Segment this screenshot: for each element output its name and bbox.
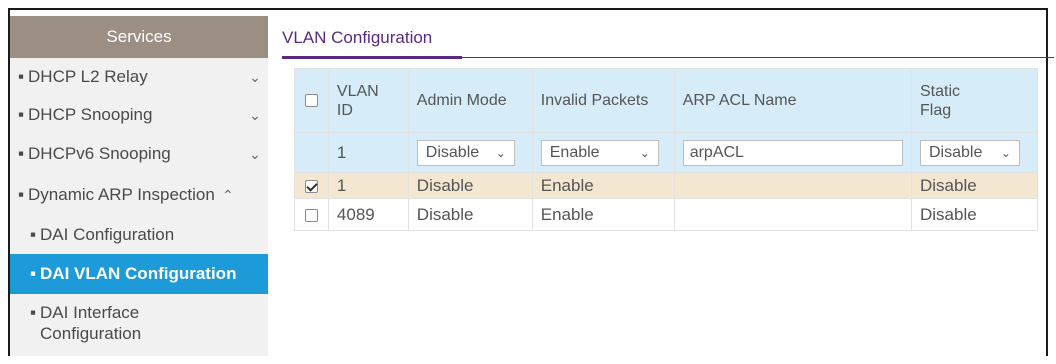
chevron-down-icon: ⌄	[249, 68, 261, 85]
select-arrow-icon: ⌄	[1000, 145, 1011, 160]
sidebar-item-label: Configuration	[40, 324, 142, 343]
sidebar-item-label: DHCP L2 Relay	[28, 67, 148, 86]
chevron-down-icon: ⌄	[249, 106, 261, 123]
sidebar-item-label: DHCP Snooping	[28, 105, 153, 124]
cell-admin-mode: Disable	[407, 198, 533, 231]
table-edit-row: 1 Disable ⌄ Enable ⌄ arpACL Disable ⌄	[294, 132, 1039, 173]
vlan-config-table: VLAN ID Admin Mode Invalid Packets ARP A…	[294, 68, 1039, 231]
select-arrow-icon: ⌄	[495, 145, 506, 160]
chevron-down-icon: ⌄	[249, 145, 261, 162]
chevron-up-icon: ⌃	[221, 186, 234, 203]
header-static-flag: Static Flag	[910, 68, 1039, 133]
header-select-all	[294, 68, 329, 133]
cell-static-flag: Disable	[910, 172, 1039, 199]
invalid-packets-select[interactable]: Enable ⌄	[540, 139, 659, 166]
cell-admin-mode: Disable	[407, 172, 533, 199]
sidebar: Services ▪ DHCP L2 Relay ⌄ ▪ DHCP Snoopi…	[10, 16, 268, 356]
title-tab-indicator	[282, 56, 462, 59]
cell-vlan-id: 1	[327, 172, 409, 199]
header-admin-mode: Admin Mode	[407, 68, 533, 133]
sidebar-item-dai-configuration[interactable]: ▪ DAI Configuration	[10, 216, 268, 254]
select-all-checkbox[interactable]	[304, 94, 318, 108]
sidebar-item-label: DAI Configuration	[40, 225, 175, 244]
row-checkbox[interactable]	[304, 208, 318, 222]
sidebar-item-label: Dynamic ARP Inspection	[28, 185, 215, 204]
header-vlan-id: VLAN ID	[327, 68, 409, 133]
cell-invalid-packets: Enable	[531, 172, 675, 199]
sidebar-item-label: DAI Interface	[40, 303, 140, 322]
sidebar-item-dhcpv6-snooping[interactable]: ▪ DHCPv6 Snooping ⌄	[10, 134, 268, 174]
cell-arp-acl-name	[673, 172, 912, 199]
arp-acl-name-input[interactable]: arpACL	[682, 139, 903, 166]
select-arrow-icon: ⌄	[639, 145, 650, 160]
sidebar-item-dhcp-l2-relay[interactable]: ▪ DHCP L2 Relay ⌄	[10, 58, 268, 96]
table-row[interactable]: 1 Disable Enable Disable	[294, 172, 1039, 199]
page-title-tab: VLAN Configuration	[282, 12, 1054, 62]
admin-mode-select[interactable]: Disable ⌄	[416, 139, 515, 166]
sidebar-item-dai-vlan-configuration[interactable]: ▪ DAI VLAN Configuration	[10, 254, 268, 294]
static-flag-select[interactable]: Disable ⌄	[919, 139, 1020, 166]
sidebar-item-label: DHCPv6 Snooping	[28, 144, 171, 163]
sidebar-item-label: DAI VLAN Configuration	[40, 264, 237, 283]
sidebar-item-dai-interface-configuration[interactable]: ▪ DAI Interface Configuration	[10, 294, 268, 354]
cell-vlan-id: 4089	[327, 198, 409, 231]
cell-arp-acl-name	[673, 198, 912, 231]
page-title: VLAN Configuration	[282, 28, 433, 47]
table-header-row: VLAN ID Admin Mode Invalid Packets ARP A…	[294, 68, 1039, 133]
row-checkbox[interactable]	[304, 179, 318, 193]
header-invalid-packets: Invalid Packets	[531, 68, 675, 133]
sidebar-item-dhcp-snooping[interactable]: ▪ DHCP Snooping ⌄	[10, 96, 268, 134]
sidebar-item-dynamic-arp-inspection[interactable]: ▪ Dynamic ARP Inspection ⌃	[10, 174, 268, 216]
cell-invalid-packets: Enable	[531, 198, 675, 231]
cell-static-flag: Disable	[910, 198, 1039, 231]
edit-vlan-id: 1	[327, 132, 409, 173]
header-arp-acl-name: ARP ACL Name	[673, 68, 912, 133]
table-row[interactable]: 4089 Disable Enable Disable	[294, 198, 1039, 231]
sidebar-header: Services	[10, 16, 268, 58]
